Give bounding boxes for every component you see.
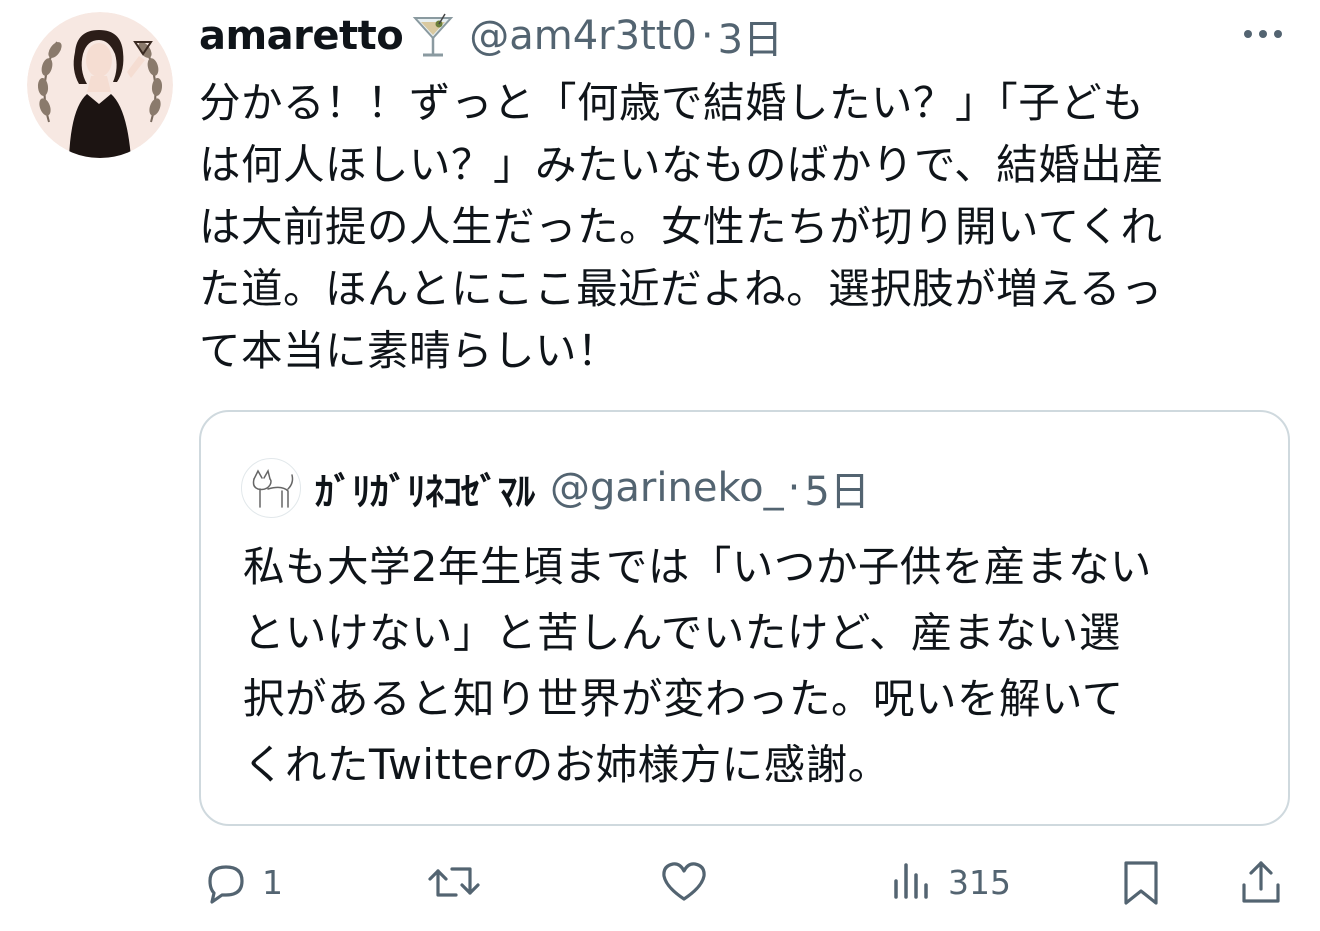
heart-icon [658, 857, 710, 907]
quoted-timestamp[interactable]: 5日 [804, 459, 869, 517]
quoted-avatar[interactable] [241, 458, 301, 518]
views-count: 315 [948, 862, 1011, 902]
avatar[interactable] [27, 12, 173, 158]
user-handle[interactable]: @am4r3tt0 [469, 13, 697, 59]
tweet-header: amaretto @am4r3tt0 · 3日 [199, 7, 783, 65]
bookmark-icon [1118, 857, 1164, 907]
tweet-text: 分かる！！ずっと「何歳で結婚したい？」「子ども は何人ほしい？」みたいなものばか… [199, 78, 1165, 375]
quoted-tweet-header: ｶﾞﾘｶﾞﾘﾈｺｾﾞﾏﾙ @garineko_ · 5日 [241, 458, 870, 518]
reply-icon [200, 857, 250, 907]
display-name[interactable]: amaretto [199, 13, 404, 59]
share-button[interactable] [1236, 850, 1286, 914]
quoted-display-name[interactable]: ｶﾞﾘｶﾞﾘﾈｺｾﾞﾏﾙ [315, 461, 535, 516]
action-bar: 1 315 [0, 850, 1320, 914]
like-button[interactable] [658, 850, 710, 914]
more-options-icon[interactable] [1236, 24, 1290, 44]
retweet-button[interactable] [426, 850, 482, 914]
reply-button[interactable]: 1 [200, 850, 283, 914]
separator-dot: · [700, 13, 714, 59]
views-button[interactable]: 315 [888, 850, 1011, 914]
share-icon [1236, 857, 1286, 907]
quoted-tweet-text: 私も大学2年生頃までは「いつか子供を産まない といけない」と苦しんでいたけど、産… [243, 542, 1152, 789]
reply-count: 1 [262, 862, 283, 902]
quoted-tweet[interactable]: ｶﾞﾘｶﾞﾘﾈｺｾﾞﾏﾙ @garineko_ · 5日 私も大学2年生頃までは… [199, 410, 1290, 826]
tweet[interactable]: amaretto @am4r3tt0 · 3日 分かる！！ずっと「何歳で結婚した… [0, 0, 1320, 931]
tweet-timestamp[interactable]: 3日 [718, 7, 783, 65]
cocktail-glass-icon [411, 12, 455, 60]
bookmark-button[interactable] [1118, 850, 1164, 914]
quoted-user-handle[interactable]: @garineko_ [550, 465, 784, 511]
retweet-icon [426, 857, 482, 907]
quoted-separator-dot: · [787, 465, 801, 511]
views-chart-icon [888, 857, 936, 907]
